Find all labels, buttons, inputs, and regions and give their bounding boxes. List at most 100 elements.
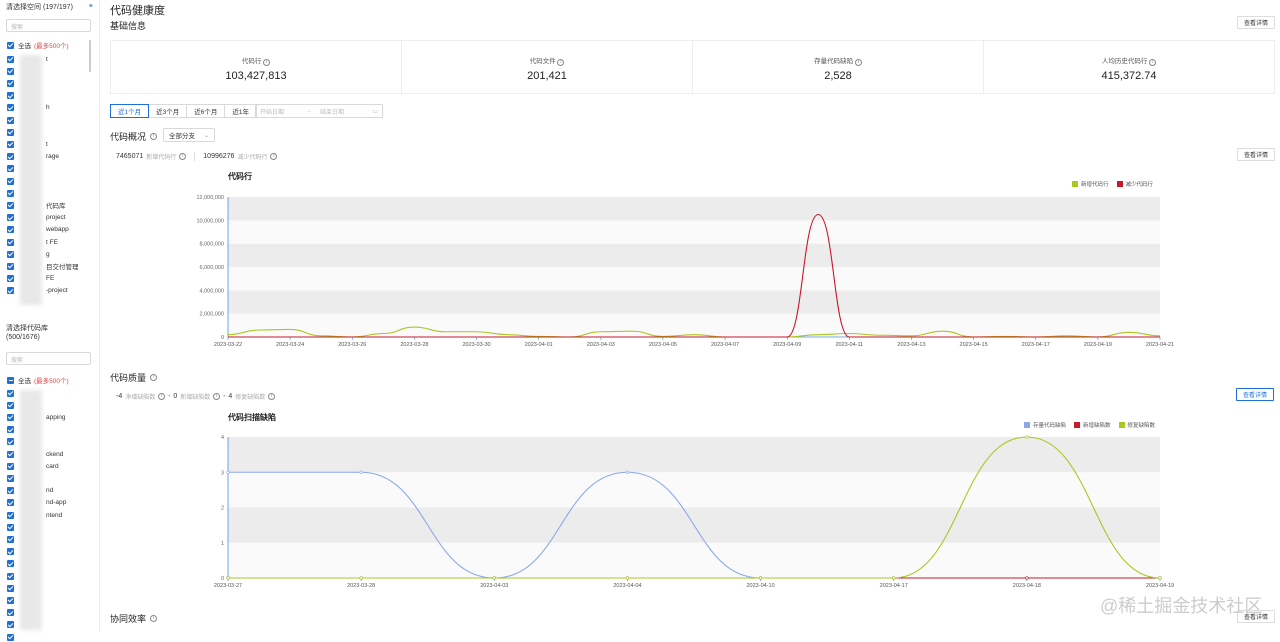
space-select-all[interactable]: 全选 (最多500个) bbox=[7, 40, 69, 50]
chart2-title: 代码扫描缺陷 bbox=[228, 413, 276, 422]
y-tick-label: 1 bbox=[221, 541, 224, 547]
list-item-label: webapp bbox=[46, 226, 69, 234]
info-icon[interactable]: i bbox=[557, 59, 565, 66]
x-tick-label: 2023-04-19 bbox=[1084, 342, 1112, 348]
checkbox-icon bbox=[7, 287, 14, 295]
list-item-label: t bbox=[46, 140, 48, 148]
repo-select-all[interactable]: 全选 (最多500个) bbox=[7, 375, 69, 385]
checkbox-icon bbox=[7, 275, 14, 283]
y-tick-label: 6,000,000 bbox=[200, 265, 224, 271]
list-item-label: h bbox=[46, 104, 50, 112]
checkbox-icon bbox=[7, 389, 14, 397]
data-point bbox=[758, 576, 763, 580]
checkbox-icon bbox=[7, 116, 14, 124]
calendar-icon: ▭ bbox=[372, 108, 378, 115]
checkbox-icon bbox=[7, 140, 14, 148]
list-item-label: ckend bbox=[46, 450, 64, 458]
checkbox-icon bbox=[7, 511, 14, 519]
checkbox-icon bbox=[7, 487, 14, 495]
select-all-label: 全选 bbox=[18, 43, 31, 50]
quality-view-detail-button[interactable]: 查看详情 bbox=[1236, 388, 1275, 401]
main-content: 代码健康度 基础信息 查看详情 代码行 i 103,427,813 代码文件 i… bbox=[100, 0, 1280, 632]
x-tick-label: 2023-04-18 bbox=[1013, 583, 1041, 589]
y-tick-label: 0 bbox=[221, 335, 224, 341]
checkbox-icon bbox=[7, 55, 14, 63]
tab-3-months[interactable]: 近3个月 bbox=[148, 104, 188, 118]
list-item[interactable] bbox=[7, 632, 46, 642]
checkbox-icon bbox=[7, 226, 14, 234]
info-icon[interactable]: i bbox=[213, 393, 221, 400]
card-value: 103,427,813 bbox=[225, 70, 287, 82]
checkbox-icon bbox=[7, 153, 14, 161]
repo-search-input[interactable]: 搜索 bbox=[6, 352, 91, 365]
overview-view-detail-button[interactable]: 查看详情 bbox=[1237, 148, 1276, 161]
checkbox-icon bbox=[7, 165, 14, 173]
info-icon[interactable]: i bbox=[263, 59, 271, 66]
tab-1-year[interactable]: 近1年 bbox=[224, 104, 257, 118]
overview-section-title: 代码概况 i bbox=[110, 130, 158, 143]
list-item[interactable]: 目交付管理 bbox=[7, 261, 79, 271]
y-tick-label: 2 bbox=[221, 506, 224, 512]
code-lines-chart: 0 2,000,000 4,000,000 6,000,000 8,000,000 10,… bbox=[196, 195, 1174, 348]
space-scrollbar[interactable] bbox=[89, 40, 91, 72]
repo-select-all-label: 全选 bbox=[18, 378, 31, 385]
list-item-label: t bbox=[46, 55, 48, 63]
checkbox-icon bbox=[7, 92, 14, 100]
checkbox-icon bbox=[7, 201, 14, 209]
card-code-files: 代码文件 i 201,421 bbox=[402, 41, 693, 93]
x-tick-label: 2023-04-07 bbox=[711, 342, 739, 348]
view-detail-button[interactable]: 查看详情 bbox=[1237, 16, 1276, 29]
card-label: 人均历史代码行 bbox=[1101, 58, 1148, 65]
list-item-label: rage bbox=[46, 153, 60, 161]
info-icon[interactable]: i bbox=[268, 393, 276, 400]
info-icon[interactable]: i bbox=[854, 59, 862, 66]
branch-select[interactable]: 全部分支 ⌄ bbox=[163, 128, 215, 142]
x-tick-label: 2023-04-03 bbox=[587, 342, 615, 348]
link-icon[interactable]: ⚭ bbox=[88, 2, 94, 10]
date-range-picker[interactable]: 开始日期 → 结束日期 ▭ bbox=[255, 104, 383, 118]
data-point bbox=[625, 576, 630, 580]
checkbox-icon bbox=[7, 474, 14, 482]
legend-item[interactable]: 新增代码行 bbox=[1072, 180, 1109, 188]
card-label: 代码行 bbox=[241, 58, 262, 65]
space-search-input[interactable]: 搜索 bbox=[6, 19, 91, 32]
overview-stats: 7465071 新增代码行 i 10996276 减少代码行 i bbox=[116, 152, 278, 161]
info-icon[interactable]: i bbox=[158, 393, 166, 400]
checkbox-icon bbox=[7, 189, 14, 197]
info-icon[interactable]: i bbox=[270, 153, 278, 160]
info-icon[interactable]: i bbox=[150, 615, 158, 622]
checkbox-icon bbox=[7, 438, 14, 446]
tab-6-months[interactable]: 近6个月 bbox=[186, 104, 226, 118]
info-icon[interactable]: i bbox=[150, 374, 158, 381]
time-range-tabs: 近1个月 近3个月 近6个月 近1年 bbox=[110, 104, 257, 118]
list-item-label: 代码库 bbox=[46, 203, 66, 211]
card-defects: 存量代码缺陷 i 2,528 bbox=[693, 41, 984, 93]
card-label: 代码文件 bbox=[529, 58, 556, 65]
info-icon[interactable]: i bbox=[1149, 59, 1157, 66]
fixed-defects-label: 修复缺陷数 bbox=[235, 395, 266, 401]
data-point bbox=[1158, 576, 1162, 580]
list-item-label: project bbox=[46, 214, 66, 222]
card-per-capita: 人均历史代码行 i 415,372.74 bbox=[984, 41, 1274, 93]
data-point bbox=[892, 576, 896, 580]
card-value: 201,421 bbox=[527, 70, 567, 82]
quality-section-title: 代码质量 i bbox=[110, 371, 158, 384]
y-tick-label: 4 bbox=[221, 435, 224, 441]
redacted-area bbox=[20, 390, 42, 630]
x-tick-label: 2023-03-27 bbox=[214, 583, 242, 589]
checkbox-icon bbox=[7, 548, 14, 556]
quality-stats: -4 净增缺陷数 i • 0 新增缺陷数 i • 4 修复缺陷数 i bbox=[116, 392, 276, 401]
info-icon[interactable]: i bbox=[179, 153, 187, 160]
basic-info-title: 基础信息 bbox=[110, 21, 147, 31]
defects-chart: 0 1 2 3 4 2023-03-27 2023-03-28 2023-04-03 2023-… bbox=[214, 435, 1174, 589]
info-icon[interactable]: i bbox=[150, 133, 158, 140]
card-label: 存量代码缺陷 bbox=[814, 58, 854, 65]
checkbox-icon bbox=[7, 633, 14, 641]
legend-item[interactable]: 减少代码行 bbox=[1116, 180, 1153, 188]
x-tick-label: 2023-04-13 bbox=[897, 342, 925, 348]
grid-band bbox=[228, 290, 1160, 314]
checkbox-icon bbox=[7, 596, 14, 604]
y-tick-label: 2,000,000 bbox=[200, 312, 224, 318]
y-tick-label: 12,000,000 bbox=[196, 195, 224, 201]
tab-1-month[interactable]: 近1个月 bbox=[110, 104, 150, 118]
